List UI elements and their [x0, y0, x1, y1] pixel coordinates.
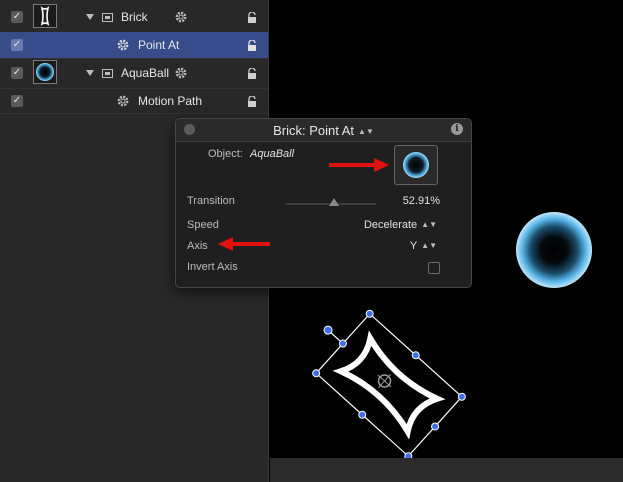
annotation-overlay: [218, 158, 389, 251]
annotation-arrow-axis: [218, 237, 270, 251]
annotation-arrow-object: [329, 158, 389, 172]
